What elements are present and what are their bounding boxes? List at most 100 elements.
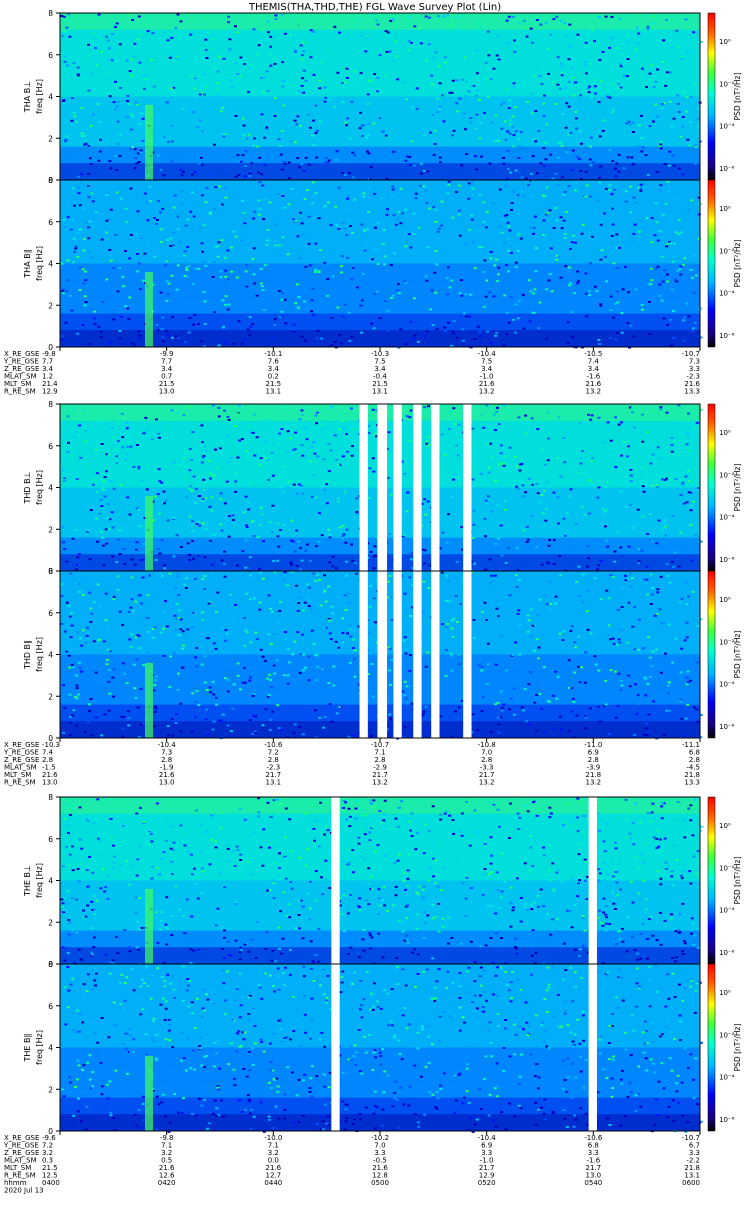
spectrogram-pixel <box>555 173 558 175</box>
spectrogram-pixel <box>439 1016 442 1018</box>
spectrogram-pixel <box>379 117 382 119</box>
spectrogram-pixel <box>613 643 616 645</box>
spectrogram-pixel <box>249 171 252 173</box>
spectrogram-pixel <box>340 412 343 414</box>
spectrogram-pixel <box>224 502 227 504</box>
spectrogram-pixel <box>545 508 548 510</box>
spectrogram-pixel <box>62 339 65 341</box>
spectrogram-band <box>60 147 700 164</box>
spectrogram-pixel <box>335 159 338 161</box>
spectrogram-pixel <box>524 688 527 690</box>
spectrogram-pixel <box>148 844 151 846</box>
spectrogram-pixel <box>553 539 556 541</box>
spectrogram-pixel <box>641 441 644 443</box>
spectrogram-pixel <box>104 496 107 498</box>
spectrogram-pixel <box>642 647 645 649</box>
spectrogram-pixel <box>626 455 629 457</box>
spectrogram-pixel <box>480 1108 483 1110</box>
spectrogram-pixel <box>353 649 356 651</box>
spectrogram-pixel <box>350 101 353 103</box>
spectrogram-pixel <box>166 101 169 103</box>
spectrogram-pixel <box>121 736 124 738</box>
spectrogram-pixel <box>302 669 305 671</box>
spectrogram-pixel <box>483 873 486 875</box>
spectrogram-pixel <box>354 818 357 820</box>
spectrogram-pixel <box>568 730 571 732</box>
spectrogram-pixel <box>614 168 617 170</box>
spectrogram-pixel <box>185 496 188 498</box>
spectrogram-pixel <box>445 702 448 704</box>
spectrogram-pixel <box>647 56 650 58</box>
spectrogram-pixel <box>564 265 567 267</box>
spectrogram-pixel <box>472 713 475 715</box>
spectrogram-pixel <box>620 312 623 314</box>
spectrogram-pixel <box>90 509 93 511</box>
spectrogram-pixel <box>444 454 447 456</box>
spectrogram-pixel <box>567 58 570 60</box>
spectrogram-pixel <box>373 556 376 558</box>
spectrogram-pixel <box>347 593 350 595</box>
spectrogram-pixel <box>77 694 80 696</box>
spectrogram-pixel <box>428 436 431 438</box>
spectrogram-pixel <box>665 19 668 21</box>
spectrogram-pixel <box>630 480 633 482</box>
spectrogram-pixel <box>346 68 349 70</box>
spectrogram-pixel <box>691 834 694 836</box>
spectrogram-pixel <box>108 160 111 162</box>
spectrogram-pixel <box>294 302 297 304</box>
spectrogram-pixel <box>97 103 100 105</box>
spectrogram-pixel <box>475 95 478 97</box>
spectrogram-pixel <box>111 33 114 35</box>
spectrogram-pixel <box>581 233 584 235</box>
spectrogram-pixel <box>274 318 277 320</box>
spectrogram-pixel <box>95 64 98 66</box>
spectrogram-pixel <box>117 440 120 442</box>
spectrogram-pixel <box>270 1087 273 1089</box>
spectrogram-pixel <box>681 718 684 720</box>
spectrogram-pixel <box>524 903 527 905</box>
spectrogram-pixel <box>474 267 477 269</box>
panel-label: THE B⊥ <box>23 865 32 897</box>
spectrogram-pixel <box>587 629 590 631</box>
spectrogram-pixel <box>140 112 143 114</box>
spectrogram-pixel <box>664 163 667 165</box>
spectrogram-pixel <box>170 915 173 917</box>
spectrogram-pixel <box>386 178 389 180</box>
spectrogram-pixel <box>547 700 550 702</box>
spectrogram-pixel <box>101 537 104 539</box>
spectrogram-pixel <box>112 598 115 600</box>
spectrogram-pixel <box>579 318 582 320</box>
spectrogram-pixel <box>487 31 490 33</box>
spectrogram-pixel <box>200 892 203 894</box>
spectrogram-pixel <box>510 887 513 889</box>
spectrogram-pixel <box>69 803 72 805</box>
spectrogram-pixel <box>132 344 135 346</box>
spectrogram-pixel <box>91 178 94 180</box>
spectrogram-pixel <box>78 949 81 951</box>
spectrogram-pixel <box>661 429 664 431</box>
spectrogram-pixel <box>163 980 166 982</box>
spectrogram-pixel <box>661 300 664 302</box>
spectrogram-pixel <box>99 513 102 515</box>
spectrogram-pixel <box>85 642 88 644</box>
spectrogram-pixel <box>539 599 542 601</box>
spectrogram-pixel <box>212 405 215 407</box>
spectrogram-pixel <box>315 157 318 159</box>
spectrogram-pixel <box>660 457 663 459</box>
spectrogram-pixel <box>269 719 272 721</box>
spectrogram-pixel <box>277 523 280 525</box>
spectrogram-pixel <box>379 317 382 319</box>
spectrogram-pixel <box>479 194 482 196</box>
spectrogram-pixel <box>576 156 579 158</box>
spectrogram-pixel <box>83 238 86 240</box>
y-axis-label: freq [Hz] <box>35 863 44 898</box>
spectrogram-pixel <box>482 221 485 223</box>
spectrogram-pixel <box>62 684 65 686</box>
spectrogram-pixel <box>279 877 282 879</box>
spectrogram-pixel <box>354 676 357 678</box>
spectrogram-pixel <box>435 1108 438 1110</box>
spectrogram-pixel <box>353 154 356 156</box>
spectrogram-pixel <box>106 663 109 665</box>
spectrogram-pixel <box>539 75 542 77</box>
spectrogram-pixel <box>271 33 274 35</box>
